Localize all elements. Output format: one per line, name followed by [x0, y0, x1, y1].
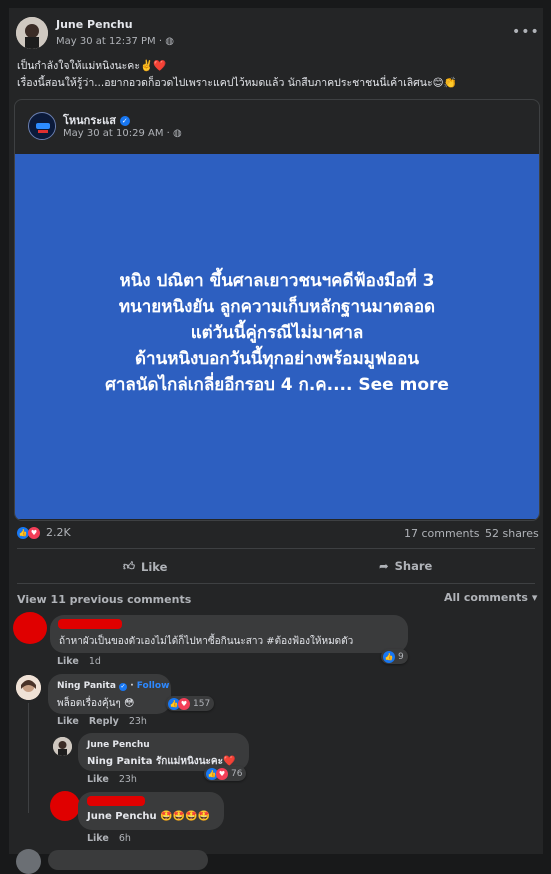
thumbs-up-icon: 👍︎ [123, 559, 136, 573]
post-author-name[interactable]: June Penchu [56, 18, 133, 31]
shared-page-name[interactable]: โหนกระแส ✓ [63, 111, 130, 129]
post-text-line2: เรื่องนี้สอนให้รู้ว่า...อยากอวดก็อวดไปเพ… [17, 77, 457, 89]
avatar-image [16, 17, 48, 49]
comment-time[interactable]: 23h [129, 716, 147, 727]
comment-reactions[interactable]: 👍 9 [381, 649, 408, 664]
verified-badge-icon: ✓ [119, 116, 130, 126]
reply-actions: Like 23h [87, 774, 147, 785]
comment-reply-link[interactable]: Reply [89, 716, 119, 727]
post-text-line1: เป็นกำลังใจให้แม่หนิงนะคะ✌️❤️ [17, 60, 167, 72]
like-reaction-icon: 👍 [383, 650, 395, 663]
love-reaction-icon: ♥ [178, 697, 190, 710]
reply-text: June Penchu 🤩🤩🤩🤩 [87, 811, 210, 822]
comment-time[interactable]: 1d [89, 656, 101, 667]
headline-line-1: หนิง ปณิตา ขึ้นศาลเยาวชนฯคดีฟ้องมือที่ 3 [119, 271, 435, 291]
share-arrow-icon: ➦ [379, 559, 389, 573]
shared-page-name-text[interactable]: โหนกระแส [63, 114, 116, 127]
redacted-avatar [13, 612, 47, 644]
headline-line-5: ศาลนัดไกล่เกลี่ยอีกรอบ 4 ก.ค.... See mor… [105, 375, 449, 395]
redacted-name [87, 796, 145, 806]
comment-actions: Like Reply 23h [57, 716, 157, 727]
like-button-label: Like [141, 559, 168, 574]
page-avatar[interactable] [28, 112, 56, 140]
share-button-label: Share [394, 559, 433, 573]
redacted-name [58, 619, 122, 629]
post-timestamp[interactable]: May 30 at 12:37 PM · ◍ [56, 36, 174, 47]
divider-bottom [17, 583, 535, 584]
like-button[interactable]: 👍︎ Like [123, 559, 167, 574]
globe-icon: ◍ [165, 36, 174, 47]
author-avatar[interactable] [16, 17, 48, 49]
comment-text: พล็อตเรื่องคุ้นๆ 😳 [57, 698, 135, 709]
post-timestamp-text[interactable]: May 30 at 12:37 PM · [56, 36, 165, 47]
shared-timestamp-text[interactable]: May 30 at 10:29 AM · [63, 128, 173, 139]
comment-actions: Like 1d [57, 656, 111, 667]
comment-author-name[interactable]: Ning Panita [57, 681, 116, 691]
reply-like-link[interactable]: Like [87, 833, 109, 844]
commenter-avatar[interactable] [16, 675, 41, 700]
reply-time[interactable]: 6h [119, 833, 131, 844]
follow-link-separator: · [130, 681, 134, 691]
shared-timestamp[interactable]: May 30 at 10:29 AM · ◍ [63, 128, 182, 139]
partial-avatar[interactable] [16, 849, 41, 874]
comment-sort-dropdown[interactable]: All comments ▾ [444, 591, 537, 604]
comment-reaction-count: 9 [398, 651, 404, 662]
post-options-icon[interactable]: ••• [512, 24, 540, 40]
reply-reactions[interactable]: 👍 ♥ 76 [204, 766, 247, 781]
love-reaction-icon: ♥ [28, 526, 40, 539]
comment-reactions[interactable]: 👍 ♥ 157 [166, 696, 215, 711]
comment-like-link[interactable]: Like [57, 656, 79, 667]
chevron-down-icon: ▾ [531, 591, 538, 604]
divider-top [17, 548, 535, 549]
shared-post[interactable]: โหนกระแส ✓ May 30 at 10:29 AM · ◍ หนิง ป… [14, 99, 540, 521]
globe-icon: ◍ [173, 128, 182, 139]
follow-link[interactable]: Follow [137, 681, 170, 691]
reply-actions: Like 6h [87, 833, 141, 844]
verified-badge-icon: ✓ [119, 683, 128, 691]
headline-line-3: แต่วันนี้คู่กรณีไม่มาศาล [190, 323, 364, 343]
reply-reaction-count: 76 [231, 768, 243, 779]
comment-author-row: Ning Panita ✓ · Follow [57, 681, 169, 691]
view-previous-comments[interactable]: View 11 previous comments [17, 593, 191, 606]
avatar-image [16, 675, 41, 700]
reply-like-link[interactable]: Like [87, 774, 109, 785]
reply-author-name[interactable]: June Penchu [87, 740, 150, 750]
headline-line-4: ด้านหนิงบอกวันนี้ทุกอย่างพร้อมมูฟออน [135, 349, 419, 369]
partial-comment-bubble[interactable] [48, 850, 208, 870]
reply-author-avatar[interactable] [53, 737, 72, 756]
reaction-summary[interactable]: 👍 ♥ 2.2K [17, 526, 71, 539]
comment-reaction-count: 157 [193, 698, 211, 709]
headline-line-2: ทนายหนิงยัน ลูกความเก็บหลักฐานมาตลอด [118, 297, 436, 317]
comments-count[interactable]: 17 comments [404, 527, 480, 540]
love-reaction-icon: ♥ [216, 767, 228, 780]
shared-image[interactable]: หนิง ปณิตา ขึ้นศาลเยาวชนฯคดีฟ้องมือที่ 3… [15, 154, 539, 519]
redacted-avatar [50, 791, 80, 821]
comment-sort-label[interactable]: All comments [444, 591, 528, 604]
avatar-image [53, 737, 72, 756]
comment-like-link[interactable]: Like [57, 716, 79, 727]
page-logo-icon [31, 115, 55, 139]
reactions-count[interactable]: 2.2K [46, 526, 71, 539]
reply-time[interactable]: 23h [119, 774, 137, 785]
shares-count[interactable]: 52 shares [485, 527, 539, 540]
thread-line [28, 703, 47, 813]
share-button[interactable]: ➦ Share [379, 559, 432, 573]
comment-text: ถ้าหาผัวเป็นของตัวเองไม่ได้ก็ไปหาซื้อกิน… [59, 636, 354, 647]
